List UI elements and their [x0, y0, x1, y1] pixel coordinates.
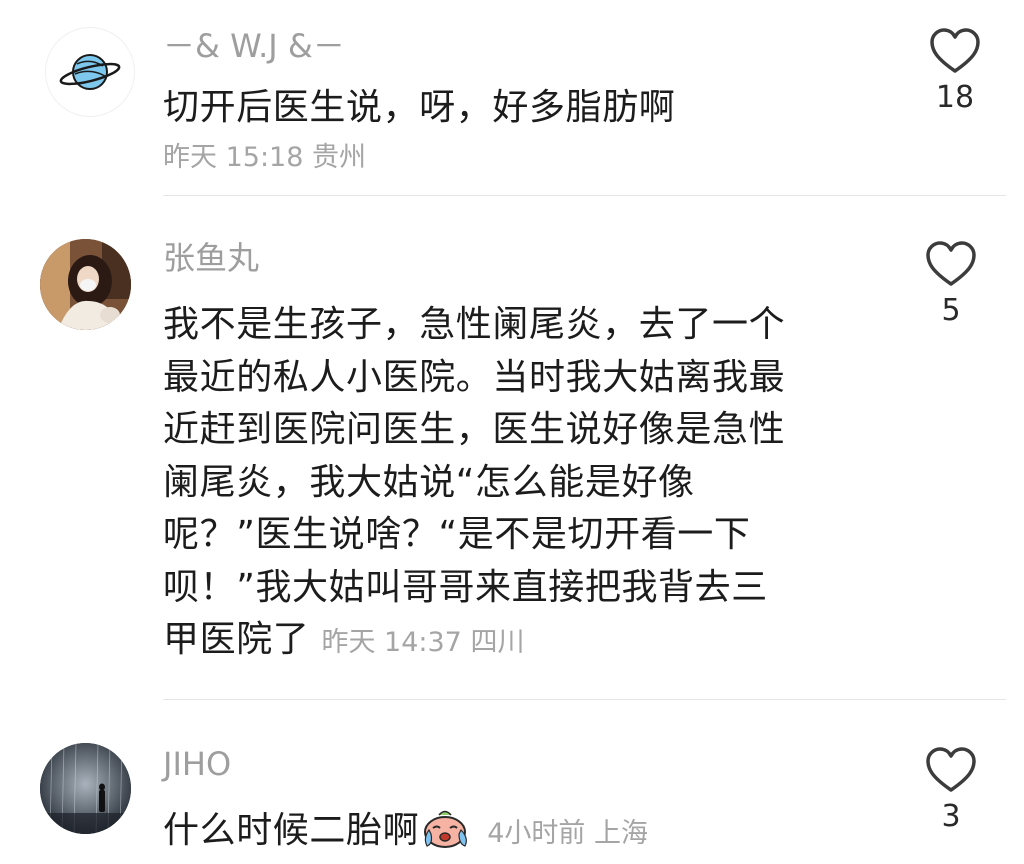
comment-location: 四川 — [470, 627, 525, 658]
heart-icon — [926, 747, 976, 792]
comment-text-line: 甲医院了 — [163, 619, 310, 660]
heart-icon — [930, 28, 980, 73]
avatar[interactable] — [40, 239, 131, 330]
comment-meta: 4小时前 上海 — [487, 818, 648, 849]
comment-location: 上海 — [594, 818, 649, 849]
avatar[interactable] — [40, 743, 131, 834]
avatar[interactable] — [45, 27, 135, 117]
like-button[interactable]: 3 — [911, 747, 991, 835]
girl-photo-avatar — [40, 239, 131, 330]
like-button[interactable]: 5 — [911, 241, 991, 329]
comment-text-line: 阑尾炎，我大姑说“怎么能是好像 — [163, 461, 695, 503]
username[interactable]: －& W.J &－ — [163, 26, 345, 66]
comment-meta: 昨天 15:18 贵州 — [163, 141, 366, 175]
rain-figure-avatar — [40, 743, 131, 834]
username[interactable]: 张鱼丸 — [163, 238, 259, 278]
comment-text: 什么时候二胎啊 — [163, 810, 420, 851]
heart-icon — [926, 241, 976, 286]
comment-time: 昨天 15:18 — [163, 142, 304, 173]
comment-meta: 昨天 14:37 四川 — [321, 627, 524, 658]
comment-text-line: 呗！”我大姑叫哥哥来直接把我背去三 — [163, 566, 768, 608]
like-count: 3 — [941, 799, 961, 834]
like-button[interactable]: 18 — [915, 28, 995, 116]
comment-time: 4小时前 — [487, 818, 586, 849]
comment-text-row: 什么时候二胎啊 4小时前 上海 — [163, 805, 853, 864]
like-count: 5 — [941, 293, 961, 328]
comment-item[interactable]: －& W.J &－ 切开后医生说，呀，好多脂肪啊 昨天 15:18 贵州 18 — [0, 0, 1024, 195]
planet-icon — [59, 54, 121, 90]
comment-text-line: 近赶到医院问医生，医生说好像是急性 — [163, 409, 786, 450]
comment-item[interactable]: JIHO 什么时候二胎啊 4小时前 上海 3 — [0, 700, 1024, 859]
comment-text-line: 最近的私人小医院。当时我大姑离我最 — [163, 356, 786, 398]
like-count: 18 — [935, 80, 975, 115]
comment-time: 昨天 14:37 — [321, 627, 462, 658]
comment-text: 我不是生孩子，急性阑尾炎，去了一个 最近的私人小医院。当时我大姑离我最 近赶到医… — [163, 299, 853, 670]
crying-emoji — [419, 806, 475, 864]
comment-item[interactable]: 张鱼丸 我不是生孩子，急性阑尾炎，去了一个 最近的私人小医院。当时我大姑离我最 … — [0, 196, 1024, 699]
comment-text-line: 呢？”医生说啥？“是不是切开看一下 — [163, 514, 751, 555]
comment-text-line: 我不是生孩子，急性阑尾炎，去了一个 — [163, 304, 786, 345]
username[interactable]: JIHO — [163, 744, 231, 784]
comment-text: 切开后医生说，呀，好多脂肪啊 — [163, 87, 676, 128]
comment-location: 贵州 — [312, 142, 366, 173]
